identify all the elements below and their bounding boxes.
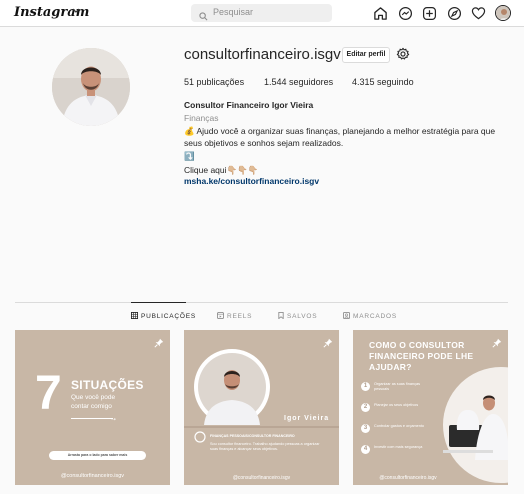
bio-line-1: 💰 Ajudo você a organizar suas finanças, … [184, 126, 496, 148]
following-count-value: 4.315 [352, 77, 375, 87]
posts-count-label: publicações [196, 77, 245, 87]
messenger-icon[interactable] [398, 6, 413, 21]
post-1-subtitle: Que você pode contar comigo [71, 394, 116, 410]
step-text: Organizar as suas finanças pessoais [374, 382, 421, 391]
followers-count-label: seguidores [289, 77, 334, 87]
tab-salvos[interactable]: SALVOS [278, 312, 317, 320]
home-icon[interactable] [373, 6, 388, 21]
profile-full-name: Consultor Financeiro Igor Vieira [184, 100, 314, 110]
reels-icon [217, 312, 224, 319]
post-1[interactable]: 7 SITUAÇÕES Que você pode contar comigo … [15, 330, 170, 485]
step-number: 3 [361, 424, 370, 433]
active-tab-indicator [131, 302, 186, 303]
profile-website-link[interactable]: msha.ke/consultorfinanceiro.isgv [184, 176, 319, 186]
tagged-icon [343, 312, 350, 319]
profile-avatar[interactable] [495, 5, 511, 21]
post-1-divider [71, 418, 113, 419]
following-count-label: seguindo [377, 77, 414, 87]
post-3[interactable]: COMO O CONSULTOR FINANCEIRO PODE LHE AJU… [353, 330, 508, 485]
tab-publicacoes-label: PUBLICAÇÕES [141, 313, 197, 320]
step-text: Controlar gastos e orçamento [374, 424, 425, 428]
step-text: Investir com mais segurança [374, 445, 423, 449]
bio-line-3: Clique aqui👇🏼👇🏼👇🏼 [184, 165, 259, 175]
step-number: 4 [361, 445, 370, 454]
profile-category: Finanças [184, 113, 219, 123]
profile-picture[interactable] [52, 48, 130, 126]
profile-bio: 💰 Ajudo você a organizar suas finanças, … [184, 125, 504, 176]
grid-icon [131, 312, 138, 319]
bookmark-icon [278, 312, 284, 320]
search-input[interactable]: Pesquisar [213, 7, 253, 17]
tab-reels-label: REELS [227, 313, 253, 320]
post-3-headline: COMO O CONSULTOR FINANCEIRO PODE LHE AJU… [369, 340, 474, 372]
post-3-steps: 1 Organizar as suas finanças pessoais 2 … [361, 382, 441, 466]
search-box[interactable]: Pesquisar [191, 4, 332, 22]
profile-username: consultorfinanceiro.isgv [184, 46, 341, 63]
bio-line-2: ⤵️ [184, 151, 195, 161]
posts-count: 51 publicações [184, 77, 244, 87]
followers-count[interactable]: 1.544 seguidores [264, 77, 333, 87]
followers-count-value: 1.544 [264, 77, 287, 87]
pinned-icon [154, 335, 164, 353]
tab-salvos-label: SALVOS [287, 313, 318, 320]
tab-marcados-label: MARCADOS [353, 313, 397, 320]
post-1-big-number: 7 [35, 367, 62, 420]
tab-marcados[interactable]: MARCADOS [343, 312, 397, 320]
step-number: 2 [361, 403, 370, 412]
explore-icon[interactable] [447, 6, 462, 21]
post-2-role: FINANÇAS PESSOAIS/CONSULTOR FINANCEIRO [210, 434, 295, 438]
step-item: 1 Organizar as suas finanças pessoais [361, 382, 441, 403]
post-3-handle: @consultorfinanceiro.isgv [379, 475, 437, 481]
post-1-handle: @consultorfinanceiro.isgv [60, 473, 125, 479]
following-count[interactable]: 4.315 seguindo [352, 77, 414, 87]
arrow-right-icon: ➝ [111, 417, 117, 423]
post-2-body: Sou consultor financeiro. Trabalho ajuda… [210, 442, 320, 451]
tab-publicacoes[interactable]: PUBLICAÇÕES [131, 312, 196, 320]
step-item: 2 Planejar os seus objetivos [361, 403, 441, 424]
step-item: 4 Investir com mais segurança [361, 445, 441, 466]
post-2-name: Igor Vieira [284, 415, 330, 422]
tabs-divider [15, 302, 508, 303]
post-2-artwork [184, 349, 339, 443]
post-1-headline: SITUAÇÕES [71, 378, 144, 392]
posts-count-value: 51 [184, 77, 195, 87]
step-text: Planejar os seus objetivos [374, 403, 419, 407]
post-2[interactable]: Igor Vieira FINANÇAS PESSOAIS/CONSULTOR … [184, 330, 339, 485]
step-item: 3 Controlar gastos e orçamento [361, 424, 441, 445]
settings-gear-icon[interactable] [396, 47, 410, 66]
new-post-icon[interactable] [422, 6, 437, 21]
chevron-down-icon[interactable] [72, 7, 80, 16]
edit-profile-button[interactable]: Editar perfil [342, 47, 390, 63]
step-number: 1 [361, 382, 370, 391]
top-navigation-bar: Instagram Pesquisar [0, 0, 524, 27]
post-1-cta: Arrasta para o lado para saber mais [49, 451, 146, 460]
tab-reels[interactable]: REELS [217, 312, 252, 320]
post-2-handle: @consultorfinanceiro.isgv [232, 475, 291, 481]
search-icon [199, 8, 208, 26]
heart-icon[interactable] [471, 6, 486, 21]
